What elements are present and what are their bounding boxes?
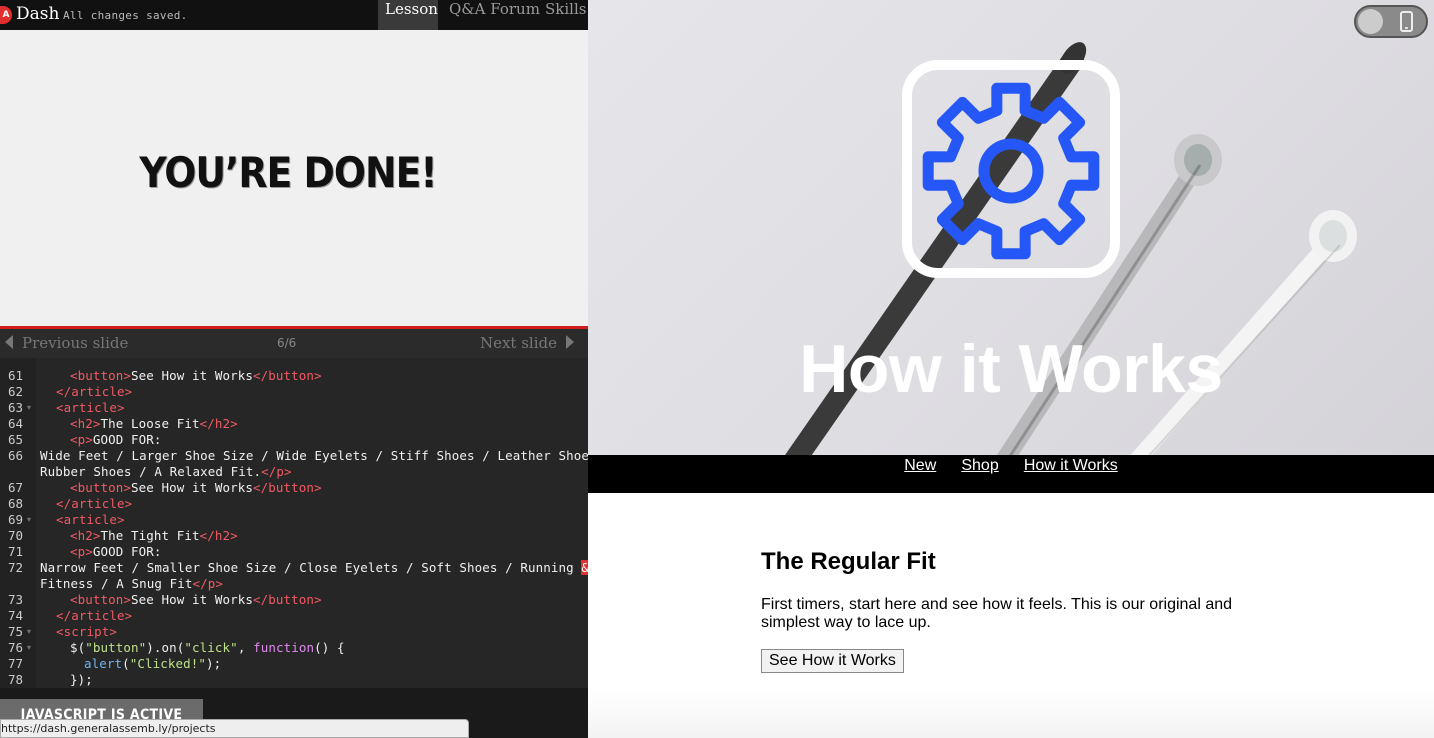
hero-banner: How it Works — [588, 0, 1434, 455]
fold-arrow-icon[interactable]: ▾ — [27, 515, 31, 524]
line-number: 74 — [8, 608, 24, 623]
slide-title: YOU’RE DONE! — [139, 148, 437, 197]
fold-arrow-icon[interactable]: ▾ — [27, 403, 31, 412]
code-line[interactable]: }); — [70, 672, 93, 687]
next-slide-label: Next slide — [479, 334, 557, 352]
code-line[interactable]: </article> — [56, 384, 132, 399]
line-number: 73 — [8, 592, 24, 607]
editor-pane: A Dash All changes saved. Lesson Q&A For… — [0, 0, 588, 738]
code-line[interactable]: $("button").on("click", function() { — [70, 640, 345, 655]
app-name: Dash — [16, 4, 60, 24]
fold-arrow-icon[interactable]: ▾ — [27, 643, 31, 652]
previous-slide-label: Previous slide — [22, 334, 129, 352]
line-number: 71 — [8, 544, 24, 559]
slide-counter: 6/6 — [277, 336, 297, 350]
browser-status-url: https://dash.generalassemb.ly/projects — [0, 719, 469, 738]
logo[interactable]: A — [0, 6, 12, 24]
code-line[interactable]: <button>See How it Works</button> — [70, 480, 322, 495]
fold-arrow-icon[interactable]: ▾ — [27, 627, 31, 636]
code-line[interactable]: <button>See How it Works</button> — [70, 368, 322, 383]
line-number: 66 — [8, 448, 24, 463]
line-gutter: 61 62 63 64 65 66 67 68 69 70 71 72 73 7… — [0, 358, 36, 688]
line-number: 68 — [8, 496, 24, 511]
slide-navigation: Previous slide 6/6 Next slide — [0, 329, 588, 358]
line-number: 64 — [8, 416, 24, 431]
nav-link-new[interactable]: New — [904, 457, 936, 475]
code-line[interactable]: <h2>The Loose Fit</h2> — [70, 416, 238, 431]
lesson-slide: YOU’RE DONE! — [0, 30, 588, 326]
code-line[interactable]: Wide Feet / Larger Shoe Size / Wide Eyel… — [40, 448, 588, 463]
device-preview-toggle[interactable] — [1354, 5, 1428, 38]
hero-title: How it Works — [799, 331, 1223, 407]
code-line[interactable]: <p>GOOD FOR: — [70, 544, 162, 559]
tab-qa-forum[interactable]: Q&A Forum — [442, 0, 547, 30]
content-fade — [588, 690, 1434, 738]
line-number: 61 — [8, 368, 24, 383]
line-number: 78 — [8, 672, 24, 687]
chevron-left-icon — [5, 335, 13, 349]
nav-link-shop[interactable]: Shop — [961, 457, 998, 475]
site-navigation: New Shop How it Works — [588, 455, 1434, 493]
line-number: 77 — [8, 656, 24, 671]
previous-slide-button[interactable]: Previous slide — [5, 334, 128, 352]
code-line[interactable]: </article> — [56, 496, 132, 511]
line-number: 67 — [8, 480, 24, 495]
line-number: 62 — [8, 384, 24, 399]
line-number: 63 — [8, 400, 24, 415]
code-line[interactable]: alert("Clicked!"); — [84, 656, 221, 671]
fit-article: The Regular Fit First timers, start here… — [761, 548, 1261, 673]
line-number: 75 — [8, 624, 24, 639]
tab-lesson[interactable]: Lesson — [378, 0, 438, 30]
line-number: 76 — [8, 640, 24, 655]
line-number: 70 — [8, 528, 24, 543]
save-status: All changes saved. — [63, 9, 188, 22]
code-line[interactable]: </article> — [56, 608, 132, 623]
code-line[interactable]: <h2>The Tight Fit</h2> — [70, 528, 238, 543]
article-body: First timers, start here and see how it … — [761, 596, 1233, 631]
top-bar: A Dash All changes saved. Lesson Q&A For… — [0, 0, 588, 30]
code-editor[interactable]: 61 62 63 64 65 66 67 68 69 70 71 72 73 7… — [0, 358, 588, 688]
next-slide-button[interactable]: Next slide — [480, 334, 574, 352]
code-line[interactable]: <article> — [56, 400, 125, 415]
article-title: The Regular Fit — [761, 548, 936, 575]
phone-icon — [1400, 11, 1413, 32]
code-line[interactable]: <p>GOOD FOR: — [70, 432, 162, 447]
toggle-knob[interactable] — [1358, 9, 1383, 34]
tab-skills[interactable]: Skills — [538, 0, 593, 30]
nav-link-how-it-works[interactable]: How it Works — [1024, 457, 1118, 475]
see-how-it-works-button[interactable]: See How it Works — [761, 649, 904, 673]
code-line[interactable]: Fitness / A Snug Fit</p> — [40, 576, 223, 591]
code-line[interactable]: Rubber Shoes / A Relaxed Fit.</p> — [40, 464, 292, 479]
code-line[interactable]: <article> — [56, 512, 125, 527]
preview-pane: How it Works New Shop How it Works The R… — [588, 0, 1434, 738]
line-number: 69 — [8, 512, 24, 527]
gear-icon — [902, 60, 1120, 278]
code-line[interactable]: Narrow Feet / Smaller Shoe Size / Close … — [40, 560, 588, 575]
line-number: 65 — [8, 432, 24, 447]
code-line[interactable]: <script> — [56, 624, 117, 639]
chevron-right-icon — [566, 335, 574, 349]
line-number: 72 — [8, 560, 24, 575]
code-line[interactable]: <button>See How it Works</button> — [70, 592, 322, 607]
